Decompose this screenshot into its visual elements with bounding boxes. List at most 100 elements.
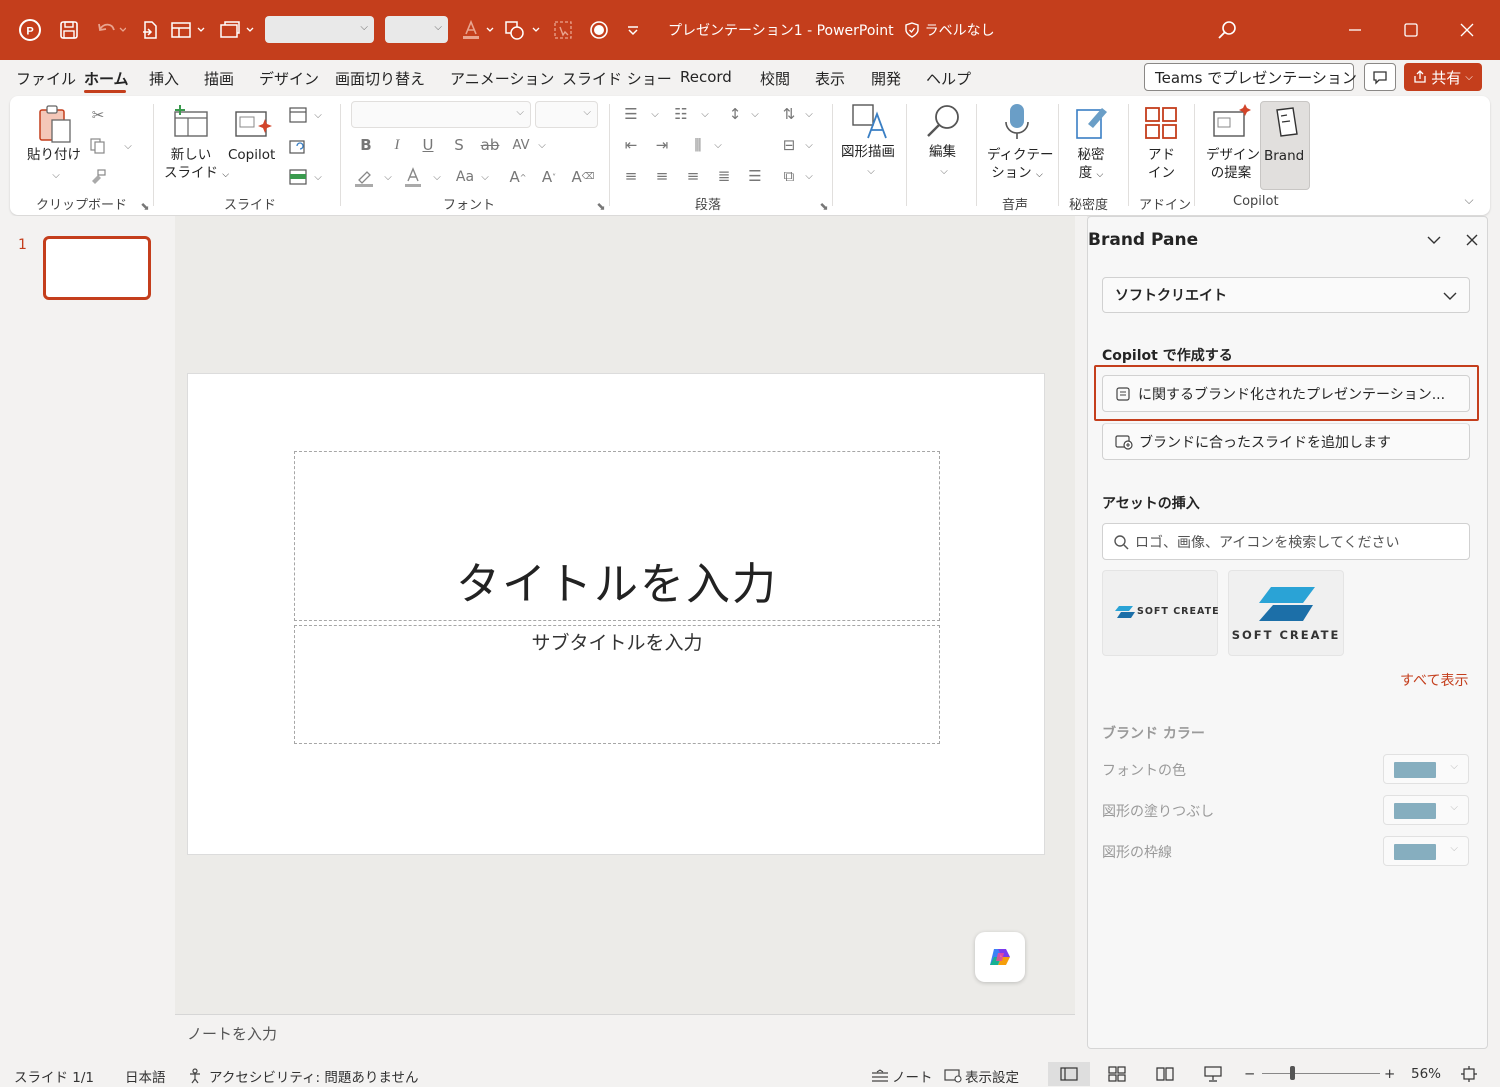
- new-slide-button[interactable]: 新しい スライド ⌵: [164, 146, 229, 184]
- columns-chevron-icon[interactable]: ⌵: [707, 134, 729, 156]
- language-indicator[interactable]: 日本語: [125, 1066, 166, 1086]
- bullets-icon[interactable]: ☰: [620, 103, 642, 125]
- addin-icon[interactable]: [1144, 106, 1178, 140]
- clear-formatting-icon[interactable]: A ⌫: [572, 166, 595, 188]
- tab-design[interactable]: デザイン: [259, 68, 319, 89]
- paste-button[interactable]: 貼り付け: [27, 146, 81, 164]
- tab-review[interactable]: 校閲: [760, 68, 790, 89]
- dictate-button[interactable]: ディクテー ション ⌵: [987, 146, 1054, 184]
- shape-draw-chevron-icon[interactable]: ⌵: [860, 160, 882, 182]
- text-direction-chevron-icon[interactable]: ⌵: [798, 103, 820, 125]
- copilot-button[interactable]: Copilot: [228, 146, 275, 164]
- font-color-ribbon-icon[interactable]: [402, 166, 424, 188]
- addin-button[interactable]: アド イン: [1148, 146, 1175, 182]
- create-branded-presentation-button[interactable]: に関するブランド化されたプレゼンテーション...: [1102, 375, 1470, 412]
- char-spacing-chevron-icon[interactable]: ⌵: [531, 134, 553, 156]
- font-color-swatch[interactable]: ⌵: [1383, 754, 1469, 784]
- numbering-chevron-icon[interactable]: ⌵: [694, 103, 716, 125]
- tab-slideshow[interactable]: スライド ショー: [562, 68, 672, 89]
- undo-icon[interactable]: [92, 14, 130, 46]
- section-chevron-icon[interactable]: ⌵: [307, 166, 329, 188]
- slide-sorter-icon[interactable]: [1108, 1066, 1126, 1086]
- paste-icon[interactable]: [36, 104, 74, 146]
- section-icon[interactable]: [287, 166, 309, 188]
- pane-options-chevron-icon[interactable]: [1423, 229, 1445, 251]
- change-case-chevron-icon[interactable]: ⌵: [474, 166, 496, 188]
- save-icon[interactable]: [56, 14, 82, 46]
- asset-search-input[interactable]: ロゴ、画像、アイコンを検索してください: [1102, 523, 1470, 560]
- columns-icon[interactable]: ⫼: [687, 134, 709, 156]
- zoom-slider-track[interactable]: [1262, 1073, 1380, 1074]
- layout-small-icon[interactable]: [287, 104, 309, 126]
- design-ideas-icon[interactable]: [1212, 104, 1252, 140]
- add-branded-slide-button[interactable]: ブランドに合ったスライドを追加します: [1102, 423, 1470, 460]
- paste-chevron-icon[interactable]: ⌵: [45, 164, 67, 186]
- microphone-icon[interactable]: [1001, 102, 1033, 142]
- tab-developer[interactable]: 開発: [871, 68, 901, 89]
- shadow-icon[interactable]: S: [448, 134, 470, 156]
- ribbon-font-size-dropdown[interactable]: ⌵: [535, 101, 598, 128]
- notes-toggle[interactable]: ノート: [870, 1066, 933, 1086]
- shape-draw-icon[interactable]: [850, 102, 890, 142]
- sensitivity-icon[interactable]: [1074, 102, 1110, 142]
- reading-view-icon[interactable]: [1156, 1066, 1174, 1086]
- customize-qat-icon[interactable]: [622, 14, 644, 46]
- title-placeholder[interactable]: タイトルを入力: [294, 451, 940, 621]
- increase-indent-icon[interactable]: ⇥: [651, 134, 673, 156]
- slide-thumbnail[interactable]: [43, 236, 151, 300]
- layout-chevron-icon[interactable]: ⌵: [307, 104, 329, 126]
- export-icon[interactable]: [138, 14, 162, 46]
- pane-close-icon[interactable]: [1461, 229, 1483, 251]
- char-spacing-icon[interactable]: AV: [510, 134, 532, 156]
- line-spacing-chevron-icon[interactable]: ⌵: [744, 103, 766, 125]
- font-size-dropdown[interactable]: ⌵: [385, 16, 448, 43]
- bold-icon[interactable]: B: [355, 134, 377, 156]
- cut-icon[interactable]: ✂: [87, 104, 109, 126]
- copy-chevron-icon[interactable]: ⌵: [117, 135, 139, 157]
- align-text-chevron-icon[interactable]: ⌵: [798, 134, 820, 156]
- align-left-icon[interactable]: ≡: [620, 165, 642, 187]
- strikethrough-icon[interactable]: ab: [479, 134, 501, 156]
- edit-button[interactable]: 編集: [929, 143, 956, 161]
- tab-record[interactable]: Record: [680, 68, 732, 86]
- zoom-out-icon[interactable]: −: [1244, 1066, 1255, 1082]
- tab-view[interactable]: 表示: [815, 68, 845, 89]
- ribbon-font-name-dropdown[interactable]: ⌵: [351, 101, 531, 128]
- reset-slide-icon[interactable]: [287, 135, 309, 157]
- subtitle-placeholder[interactable]: サブタイトルを入力: [294, 625, 940, 744]
- italic-icon[interactable]: I: [386, 134, 408, 156]
- brand-button[interactable]: Brand: [1260, 101, 1310, 190]
- design-ideas-button[interactable]: デザイン の提案: [1206, 146, 1260, 182]
- tab-animations[interactable]: アニメーション: [450, 68, 554, 89]
- maximize-icon[interactable]: [1396, 14, 1426, 46]
- align-text-icon[interactable]: ⊟: [778, 134, 800, 156]
- brand-select[interactable]: ソフトクリエイト: [1102, 277, 1470, 313]
- shapes-icon[interactable]: [502, 14, 544, 46]
- show-all-link[interactable]: すべて表示: [1400, 670, 1468, 690]
- find-icon[interactable]: [924, 102, 964, 142]
- underline-icon[interactable]: U: [417, 134, 439, 156]
- justify-icon[interactable]: ≣: [713, 165, 735, 187]
- tab-insert[interactable]: 挿入: [149, 68, 179, 89]
- distributed-icon[interactable]: ☰: [744, 165, 766, 187]
- normal-view-button[interactable]: [1048, 1062, 1090, 1086]
- zoom-slider-thumb[interactable]: [1290, 1066, 1295, 1080]
- text-direction-icon[interactable]: ⇅: [778, 103, 800, 125]
- ribbon-collapse-chevron-icon[interactable]: ⌵: [1458, 189, 1480, 211]
- sensitivity-label[interactable]: ラベルなし: [925, 23, 995, 39]
- tab-draw[interactable]: 描画: [204, 68, 234, 89]
- minimize-icon[interactable]: [1340, 14, 1370, 46]
- bullets-chevron-icon[interactable]: ⌵: [644, 103, 666, 125]
- align-center-icon[interactable]: ≡: [651, 165, 673, 187]
- grow-font-icon[interactable]: A ^: [507, 166, 529, 188]
- copilot-floating-button[interactable]: [975, 932, 1025, 982]
- slideshow-view-icon[interactable]: [1204, 1066, 1222, 1086]
- new-slide-icon[interactable]: [172, 104, 210, 140]
- select-icon[interactable]: [550, 14, 576, 46]
- copilot-ribbon-icon[interactable]: [234, 108, 272, 142]
- notes-pane[interactable]: ノートを入力: [175, 1014, 1075, 1061]
- comments-button[interactable]: [1364, 63, 1396, 91]
- numbering-icon[interactable]: ☷: [670, 103, 692, 125]
- smartart-icon[interactable]: ⧉: [778, 165, 800, 187]
- align-right-icon[interactable]: ≡: [682, 165, 704, 187]
